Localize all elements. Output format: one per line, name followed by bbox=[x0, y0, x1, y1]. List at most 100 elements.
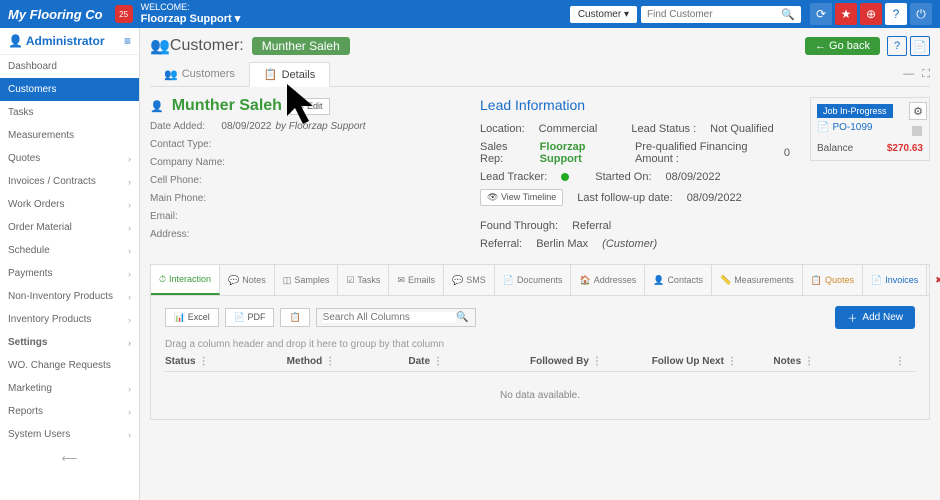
search-icon[interactable]: 🔍 bbox=[781, 8, 795, 21]
sidebar-item-tasks[interactable]: Tasks bbox=[0, 101, 139, 124]
sidebar-item-workorders[interactable]: Work Orders› bbox=[0, 193, 139, 216]
brand: My Flooring Co bbox=[8, 7, 103, 22]
tab-customers[interactable]: 👥 Customers bbox=[150, 63, 249, 86]
info-icon[interactable]: ? bbox=[885, 3, 907, 25]
subtab-sms[interactable]: 💬 SMS bbox=[444, 265, 495, 295]
sales-rep-value: Floorzap Support bbox=[540, 141, 617, 165]
export-copy-button[interactable]: 📋 bbox=[280, 308, 309, 327]
subtab-emails[interactable]: ✉ Emails bbox=[389, 265, 444, 295]
sidebar-item-dashboard[interactable]: Dashboard bbox=[0, 55, 139, 78]
subtab-notes[interactable]: 💬 Notes bbox=[220, 265, 275, 295]
main-content: 👥 Customer: Munther Saleh ← Go back ? 📄 … bbox=[140, 28, 940, 500]
col-notes[interactable]: Notes⋮ bbox=[773, 356, 895, 367]
col-status[interactable]: Status⋮ bbox=[165, 356, 287, 367]
subtab-addresses[interactable]: 🏠 Addresses bbox=[571, 265, 645, 295]
lead-info-title: Lead Information bbox=[480, 97, 790, 113]
date-added-label: Date Added: bbox=[150, 121, 205, 132]
found-label: Found Through: bbox=[480, 220, 558, 232]
cell-phone-label: Cell Phone: bbox=[150, 175, 202, 186]
help-button[interactable]: ? bbox=[887, 36, 907, 56]
subtab-interaction[interactable]: ⏱ Interaction bbox=[151, 265, 220, 295]
grid-search-input[interactable] bbox=[323, 312, 457, 323]
sidebar-item-settings[interactable]: Settings› bbox=[0, 331, 139, 354]
add-new-button[interactable]: ＋ Add New bbox=[835, 306, 915, 329]
sidebar-item-reports[interactable]: Reports› bbox=[0, 400, 139, 423]
sidebar-item-wochange[interactable]: WO. Change Requests bbox=[0, 354, 139, 377]
address-label: Address: bbox=[150, 229, 189, 240]
customer-search[interactable]: 🔍 bbox=[641, 6, 801, 23]
top-bar: My Flooring Co 25 WELCOME: Floorzap Supp… bbox=[0, 0, 940, 28]
main-phone-label: Main Phone: bbox=[150, 193, 206, 204]
sidebar-item-payments[interactable]: Payments› bbox=[0, 262, 139, 285]
sidebar-item-marketing[interactable]: Marketing› bbox=[0, 377, 139, 400]
minimize-icon[interactable]: — bbox=[903, 68, 914, 81]
referral-type: (Customer) bbox=[602, 238, 657, 250]
sidebar-item-invoices[interactable]: Invoices / Contracts› bbox=[0, 170, 139, 193]
col-date[interactable]: Date⋮ bbox=[408, 356, 530, 367]
view-timeline-button[interactable]: 👁 View Timeline bbox=[480, 189, 563, 206]
export-pdf-button[interactable]: 📄 PDF bbox=[225, 308, 275, 327]
prequal-value: 0 bbox=[784, 147, 790, 159]
subtab-measurements[interactable]: 📏 Measurements bbox=[712, 265, 803, 295]
col-followedby[interactable]: Followed By⋮ bbox=[530, 356, 652, 367]
welcome-user: Floorzap Support bbox=[141, 13, 232, 25]
refresh-icon[interactable]: ⟳ bbox=[810, 3, 832, 25]
welcome-block[interactable]: WELCOME: Floorzap Support ▾ bbox=[141, 3, 241, 25]
sidebar-item-measurements[interactable]: Measurements bbox=[0, 124, 139, 147]
sidebar-collapse[interactable]: ⟵ bbox=[0, 446, 139, 471]
balance-label: Balance bbox=[817, 143, 853, 154]
cursor-icon bbox=[285, 82, 333, 133]
started-value: 08/09/2022 bbox=[666, 171, 721, 183]
sidebar-header: 👤 Administrator ≡ bbox=[0, 28, 139, 55]
started-label: Started On: bbox=[595, 171, 651, 183]
welcome-label: WELCOME: bbox=[141, 3, 241, 13]
subtab-documents[interactable]: 📄 Documents bbox=[495, 265, 572, 295]
customer-search-input[interactable] bbox=[647, 9, 781, 20]
subtab-contacts[interactable]: 👤 Contacts bbox=[645, 265, 712, 295]
sidebar-item-noninventory[interactable]: Non-Inventory Products› bbox=[0, 285, 139, 308]
sidebar-item-quotes[interactable]: Quotes› bbox=[0, 147, 139, 170]
fullscreen-icon[interactable]: ⛶ bbox=[922, 68, 930, 81]
subtab-workorders[interactable]: ✖ Work Orders bbox=[927, 265, 940, 295]
doc-button[interactable]: 📄 bbox=[910, 36, 930, 56]
settings-gear[interactable]: ⚙ bbox=[909, 102, 927, 120]
col-follownext[interactable]: Follow Up Next⋮ bbox=[652, 356, 774, 367]
sidebar-item-sysusers[interactable]: System Users› bbox=[0, 423, 139, 446]
subtab-quotes[interactable]: 📋 Quotes bbox=[803, 265, 863, 295]
group-hint: Drag a column header and drop it here to… bbox=[165, 339, 915, 350]
export-excel-button[interactable]: 📊 Excel bbox=[165, 308, 219, 327]
po-link[interactable]: 📄 PO-1099 bbox=[817, 122, 923, 133]
grid-search[interactable]: 🔍 bbox=[316, 308, 476, 327]
star-icon[interactable]: ★ bbox=[835, 3, 857, 25]
grid-area: 📊 Excel 📄 PDF 📋 🔍 ＋ Add New Drag a colum… bbox=[150, 296, 930, 420]
sidebar-item-inventory[interactable]: Inventory Products› bbox=[0, 308, 139, 331]
sidebar: 👤 Administrator ≡ Dashboard Customers Ta… bbox=[0, 28, 140, 500]
found-value: Referral bbox=[572, 220, 611, 232]
search-icon: 🔍 bbox=[456, 312, 468, 323]
lead-info: Lead Information Location: Commercial Le… bbox=[480, 97, 790, 256]
col-menu[interactable]: ⋮ bbox=[895, 356, 915, 367]
customer-type-dropdown[interactable]: Customer ▾ bbox=[570, 6, 637, 23]
customer-name: Munther Saleh bbox=[172, 97, 282, 115]
subtab-samples[interactable]: ◫ Samples bbox=[275, 265, 339, 295]
go-back-button[interactable]: ← Go back bbox=[805, 37, 880, 55]
sidebar-item-customers[interactable]: Customers bbox=[0, 78, 139, 101]
notification-bell[interactable]: 25 bbox=[115, 5, 133, 23]
menu-icon[interactable]: ≡ bbox=[124, 34, 131, 48]
power-icon[interactable]: ⏻ bbox=[910, 3, 932, 25]
col-method[interactable]: Method⋮ bbox=[287, 356, 409, 367]
subtab-tasks[interactable]: ☑ Tasks bbox=[338, 265, 389, 295]
scroll-indicator[interactable] bbox=[912, 126, 922, 136]
subtabs: ⏱ Interaction 💬 Notes ◫ Samples ☑ Tasks … bbox=[150, 264, 930, 296]
customer-name-badge: Munther Saleh bbox=[252, 37, 350, 55]
no-data-message: No data available. bbox=[165, 372, 915, 419]
balance-amount: $270.63 bbox=[887, 143, 923, 154]
company-name-label: Company Name: bbox=[150, 157, 225, 168]
sidebar-item-ordermaterial[interactable]: Order Material› bbox=[0, 216, 139, 239]
subtab-invoices[interactable]: 📄 Invoices bbox=[863, 265, 927, 295]
help-icon[interactable]: ⊕ bbox=[860, 3, 882, 25]
people-icon: 👥 bbox=[150, 36, 170, 56]
referral-value: Berlin Max bbox=[536, 238, 588, 250]
sidebar-item-schedule[interactable]: Schedule› bbox=[0, 239, 139, 262]
prequal-label: Pre-qualified Financing Amount : bbox=[635, 141, 770, 165]
